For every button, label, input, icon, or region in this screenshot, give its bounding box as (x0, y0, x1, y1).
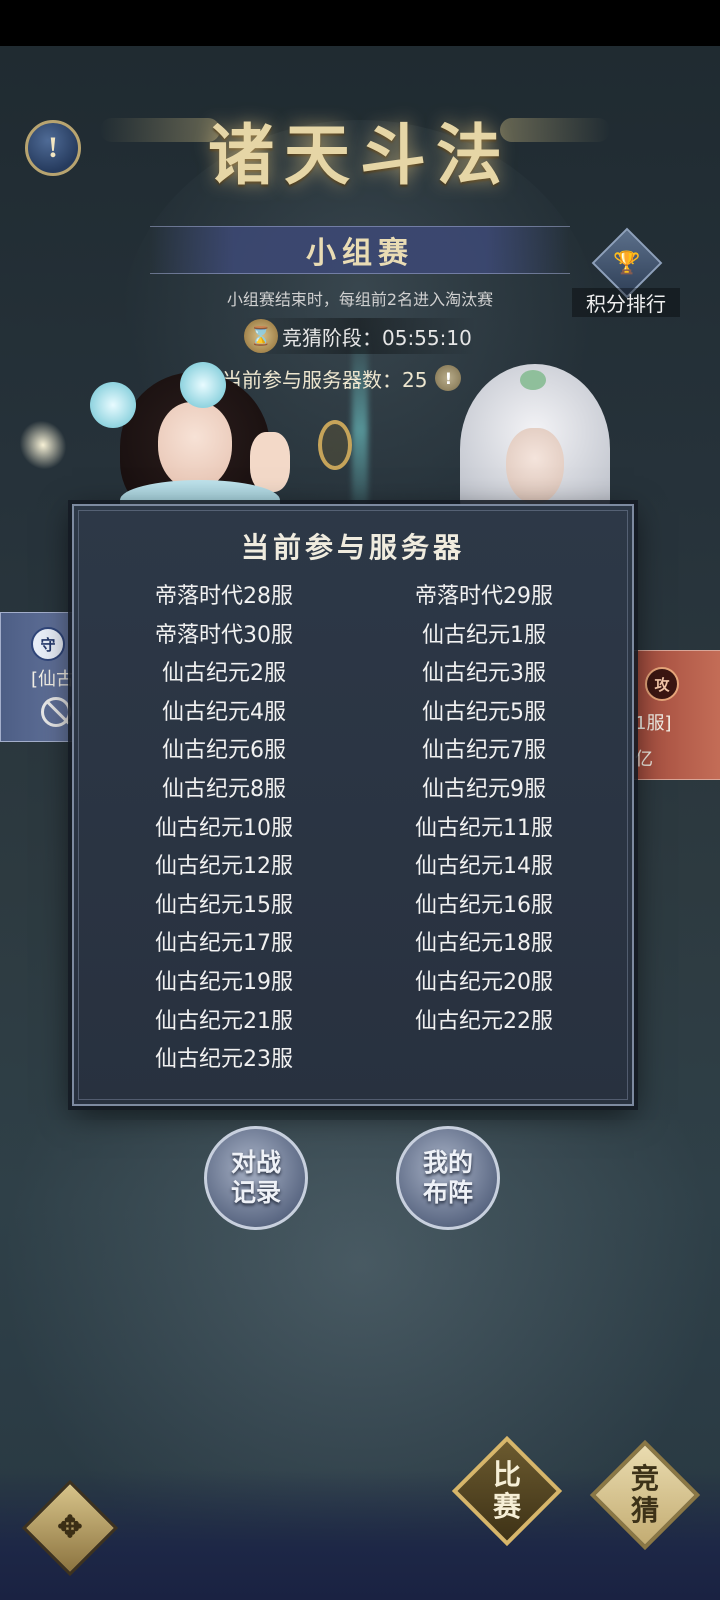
server-item: 仙古纪元21服 (155, 1008, 293, 1034)
server-item: 仙古纪元11服 (415, 815, 553, 841)
mirror-icon (318, 420, 352, 470)
info-icon: ! (48, 131, 58, 164)
server-item: 仙古纪元14服 (415, 854, 553, 880)
defense-badge: 守 (31, 627, 65, 661)
my-formation-button[interactable]: 我的 布阵 (396, 1126, 500, 1230)
attack-badge: 攻 (645, 667, 679, 701)
server-item: 仙古纪元8服 (162, 776, 286, 802)
server-item: 仙古纪元1服 (422, 622, 546, 648)
ranking-button[interactable]: 🏆 积分排行 (572, 227, 680, 317)
timer-text: 竞猜阶段：05:55:10 (282, 325, 472, 350)
match-tab-label: 比 赛 (492, 1458, 521, 1523)
server-item: 帝落时代28服 (155, 584, 293, 609)
attacker-card[interactable]: 攻 1服] 亿 (630, 650, 720, 780)
server-item: 仙古纪元5服 (422, 699, 546, 725)
server-list-popup[interactable]: 当前参与服务器 帝落时代28服 帝落时代29服 帝落时代30服 仙古纪元1服 仙古纪元2… (72, 504, 634, 1106)
no-target-icon (41, 697, 71, 727)
feather-icon (10, 411, 76, 479)
battle-log-button[interactable]: 对战 记录 (204, 1126, 308, 1230)
ranking-label: 积分排行 (572, 288, 680, 317)
menu-button[interactable]: ✥ (10, 1468, 130, 1588)
server-item: 仙古纪元2服 (162, 661, 286, 687)
stage-name: 小组赛 (150, 226, 570, 274)
server-list: 帝落时代28服 帝落时代29服 帝落时代30服 仙古纪元1服 仙古纪元2服 仙古纪元3服仙… (94, 578, 614, 1080)
server-item: 仙古纪元3服 (422, 661, 546, 687)
trophy-icon: 🏆 (613, 250, 641, 276)
right-character-portrait (420, 364, 640, 534)
server-item: 仙古纪元18服 (415, 931, 553, 957)
server-item: 帝落时代30服 (155, 622, 293, 648)
server-item: 仙古纪元20服 (415, 969, 553, 995)
game-title: 诸天斗法 (208, 116, 512, 194)
server-item: 仙古纪元6服 (162, 738, 286, 764)
light-beam (352, 330, 368, 530)
attacker-server: 1服] (635, 713, 672, 734)
hourglass-icon: ⌛ (244, 319, 278, 353)
server-item: 仙古纪元15服 (155, 892, 293, 918)
bet-phase-timer: ⌛ 竞猜阶段：05:55:10 (244, 318, 476, 354)
my-formation-label: 我的 布阵 (422, 1148, 473, 1207)
server-item: 仙古纪元22服 (415, 1008, 553, 1034)
server-item: 仙古纪元7服 (422, 738, 546, 764)
menu-icon: ✥ (57, 1510, 83, 1545)
defender-server: [仙古 (31, 669, 75, 690)
server-item: 仙古纪元4服 (162, 699, 286, 725)
popup-title: 当前参与服务器 (240, 531, 465, 564)
server-item: 仙古纪元17服 (155, 931, 293, 957)
match-tab-button[interactable]: 比 赛 (451, 1435, 563, 1547)
bet-tab-label: 竞 猜 (630, 1462, 659, 1527)
left-character-portrait (80, 362, 320, 522)
battle-log-label: 对战 记录 (230, 1148, 281, 1207)
attacker-power: 亿 (635, 749, 653, 770)
server-item: 仙古纪元10服 (155, 815, 293, 841)
server-item: 仙古纪元23服 (155, 1047, 293, 1073)
status-bar (0, 0, 720, 46)
bet-tab-button[interactable]: 竞 猜 (589, 1439, 701, 1551)
server-item: 仙古纪元16服 (415, 892, 553, 918)
server-item: 仙古纪元9服 (422, 776, 546, 802)
server-item: 仙古纪元12服 (155, 854, 293, 880)
server-item: 帝落时代29服 (415, 584, 553, 609)
server-item: 仙古纪元19服 (155, 969, 293, 995)
info-button[interactable]: ! (25, 120, 81, 176)
